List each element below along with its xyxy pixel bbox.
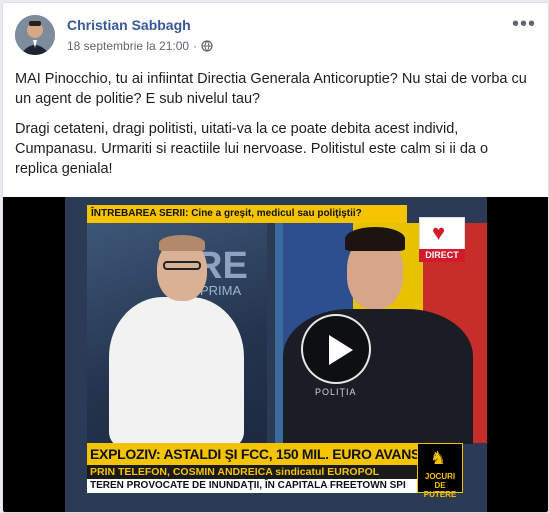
avatar-image — [15, 15, 55, 55]
sponsor-text: JOCURI DE PUTERE — [423, 472, 457, 499]
news-ticker: TEREN PROVOCATE DE INUNDAŢII, ÎN CAPITAL… — [87, 479, 418, 493]
post-paragraph-2: Dragi cetateni, dragi politisti, uitati-… — [15, 121, 489, 177]
post-timestamp[interactable]: 18 septembrie la 21:00 — [67, 39, 189, 53]
guest-right-hair — [345, 227, 405, 251]
more-options-icon[interactable]: ••• — [512, 14, 536, 34]
guest-left — [109, 297, 244, 447]
globe-icon[interactable] — [201, 40, 213, 52]
feed-post: Christian Sabbagh 18 septembrie la 21:00… — [2, 2, 549, 513]
author-name[interactable]: Christian Sabbagh — [67, 17, 191, 33]
avatar[interactable] — [15, 15, 55, 55]
post-header: Christian Sabbagh 18 septembrie la 21:00… — [15, 14, 536, 59]
news-headline: EXPLOZIV: ASTALDI ŞI FCC, 150 MIL. EURO … — [87, 443, 418, 465]
play-icon[interactable] — [301, 314, 371, 384]
horse-icon: ♞ — [430, 448, 447, 468]
post-paragraph-1: MAI Pinocchio, tu ai infiintat Directia … — [15, 71, 527, 107]
meta-separator: · — [193, 39, 198, 53]
channel-logo-icon: ♥ — [432, 220, 446, 245]
news-subline: PRIN TELEFON, COSMIN ANDREICA sindicatul… — [87, 465, 418, 479]
guest-left-hair — [159, 235, 205, 251]
uniform-text: POLIŢIA — [315, 387, 357, 397]
split-divider — [275, 223, 283, 443]
video-frame: RE PRIMA POLIŢIA ÎNTREBAREA SERII: Cine … — [65, 197, 487, 512]
video-player[interactable]: RE PRIMA POLIŢIA ÎNTREBAREA SERII: Cine … — [3, 197, 548, 512]
post-text: MAI Pinocchio, tu ai infiintat Directia … — [15, 69, 532, 189]
sponsor-logo: ♞ JOCURI DE PUTERE — [417, 443, 463, 499]
glasses — [163, 261, 201, 270]
post-meta: 18 septembrie la 21:00 · — [67, 39, 213, 53]
live-badge: DIRECT — [419, 249, 465, 262]
studio-logo-sub: PRIMA — [200, 283, 242, 298]
top-banner: ÎNTREBAREA SERII: Cine a greşit, medicul… — [87, 205, 407, 223]
